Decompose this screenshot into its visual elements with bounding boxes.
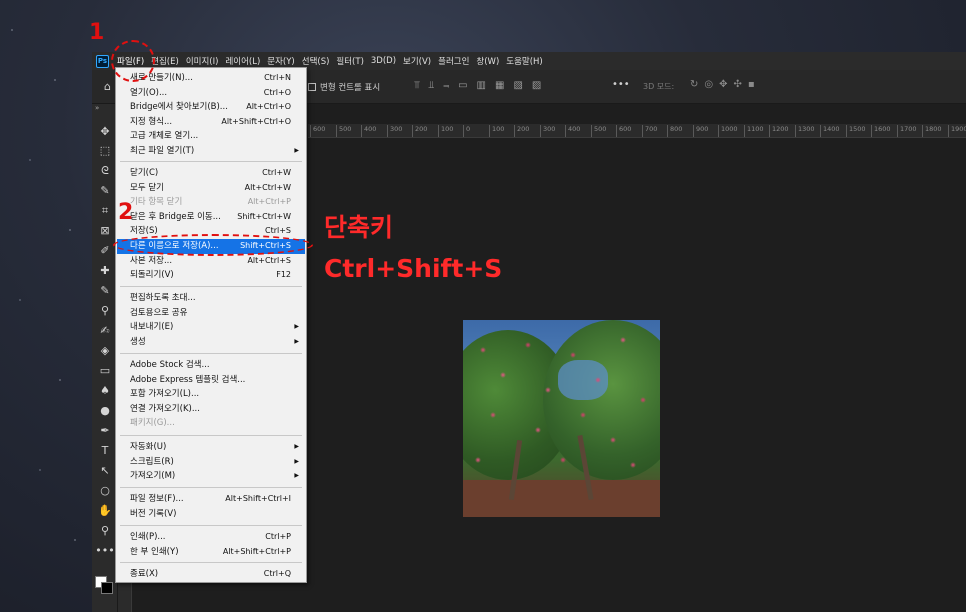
menu-edit[interactable]: 편집(E) xyxy=(151,55,179,67)
menu-item-adobe-express[interactable]: Adobe Express 템플릿 검색... xyxy=(117,373,305,388)
annotation-shortcut-title: 단축키 xyxy=(324,213,394,242)
menu-separator xyxy=(120,487,302,488)
annotation-step-1: 1 xyxy=(89,20,105,45)
menu-item-share-review[interactable]: 검토용으로 공유 xyxy=(117,306,305,321)
annotation-oval xyxy=(113,234,313,256)
ruler-tick: 300 xyxy=(387,125,402,137)
menu-item-place-embedded[interactable]: 포함 가져오기(L)... xyxy=(117,387,305,402)
submenu-arrow-icon: ▶ xyxy=(294,337,299,345)
menu-item-invite-edit[interactable]: 편집하도록 초대... xyxy=(117,291,305,306)
ruler-tick: 200 xyxy=(514,125,529,137)
menu-3d[interactable]: 3D(D) xyxy=(371,56,396,66)
menu-select[interactable]: 선택(S) xyxy=(302,55,330,67)
submenu-arrow-icon: ▶ xyxy=(294,457,299,465)
home-icon[interactable]: ⌂ xyxy=(104,80,111,93)
menu-view[interactable]: 보기(V) xyxy=(403,55,431,67)
menu-item-automate[interactable]: 자동화(U) ▶ xyxy=(117,440,305,455)
menu-item-close-go-bridge[interactable]: 닫은 후 Bridge로 이동... Shift+Ctrl+W xyxy=(117,210,305,225)
menu-item-close-others[interactable]: 기타 항목 닫기 Alt+Ctrl+P xyxy=(117,195,305,210)
ruler-tick: 200 xyxy=(412,125,427,137)
menu-window[interactable]: 창(W) xyxy=(476,55,499,67)
menu-separator xyxy=(120,525,302,526)
ruler-tick: 100 xyxy=(438,125,453,137)
ruler-tick: 1900 xyxy=(948,125,966,137)
ruler-tick: 600 xyxy=(310,125,325,137)
ruler-tick: 400 xyxy=(361,125,376,137)
ruler-tick: 1200 xyxy=(769,125,789,137)
annotation-step-2: 2 xyxy=(118,200,134,225)
menu-item-version-history[interactable]: 버전 기록(V) xyxy=(117,507,305,522)
ruler-tick: 500 xyxy=(591,125,606,137)
file-menu-dropdown: 새로 만들기(N)... Ctrl+N 열기(O)... Ctrl+O Bridge… xyxy=(115,67,307,583)
ruler-tick: 100 xyxy=(489,125,504,137)
ruler-tick: 1100 xyxy=(744,125,764,137)
menu-item-scripts[interactable]: 스크립트(R) ▶ xyxy=(117,455,305,470)
document-image xyxy=(463,320,660,517)
menu-item-exit[interactable]: 종료(X) Ctrl+Q xyxy=(117,567,305,582)
menu-item-export[interactable]: 내보내기(E) ▶ xyxy=(117,320,305,335)
more-options-icon[interactable]: ••• xyxy=(612,79,630,90)
desktop-wallpaper xyxy=(0,0,90,612)
submenu-arrow-icon: ▶ xyxy=(294,323,299,331)
menu-separator xyxy=(120,286,302,287)
menu-item-open[interactable]: 열기(O)... Ctrl+O xyxy=(117,86,305,101)
background-color-swatch[interactable] xyxy=(101,582,113,594)
menu-separator xyxy=(120,562,302,563)
ruler-tick: 1700 xyxy=(897,125,917,137)
ruler-tick: 300 xyxy=(540,125,555,137)
ruler-tick: 0 xyxy=(463,125,470,137)
menu-separator xyxy=(120,435,302,436)
menu-help[interactable]: 도움말(H) xyxy=(506,55,542,67)
menu-item-import[interactable]: 가져오기(M) ▶ xyxy=(117,469,305,484)
menu-item-revert[interactable]: 되돌리기(V) F12 xyxy=(117,268,305,283)
ruler-tick: 1500 xyxy=(846,125,866,137)
annotation-shortcut-keys: Ctrl+Shift+S xyxy=(324,254,503,283)
menu-item-generate[interactable]: 생성 ▶ xyxy=(117,335,305,350)
ruler-tick: 1300 xyxy=(795,125,815,137)
ruler-tick: 1000 xyxy=(718,125,738,137)
ruler-tick: 1800 xyxy=(922,125,942,137)
submenu-arrow-icon: ▶ xyxy=(294,443,299,450)
horizontal-ruler: 600 500 400 300 200 100 0 100 200 300 40… xyxy=(308,124,966,138)
menu-plugins[interactable]: 플러그인 xyxy=(438,55,469,67)
mode-3d-label: 3D 모드: xyxy=(643,82,675,91)
menu-item-open-recent[interactable]: 최근 파일 열기(T) ▶ xyxy=(117,144,305,159)
ruler-tick: 600 xyxy=(616,125,631,137)
camellia-blossoms xyxy=(463,320,660,490)
menu-item-browse-bridge[interactable]: Bridge에서 찾아보기(B)... Alt+Ctrl+O xyxy=(117,100,305,115)
submenu-arrow-icon: ▶ xyxy=(294,147,299,154)
menu-filter[interactable]: 필터(T) xyxy=(336,55,363,67)
ruler-tick: 800 xyxy=(667,125,682,137)
menu-separator xyxy=(120,161,302,162)
ruler-tick: 1600 xyxy=(871,125,891,137)
menu-item-package[interactable]: 패키지(G)... xyxy=(117,416,305,431)
ruler-tick: 1400 xyxy=(820,125,840,137)
ruler-tick: 900 xyxy=(693,125,708,137)
menu-item-print-one-copy[interactable]: 한 부 인쇄(Y) Alt+Shift+Ctrl+P xyxy=(117,545,305,560)
ruler-tick: 400 xyxy=(565,125,580,137)
menu-layer[interactable]: 레이어(L) xyxy=(225,55,260,67)
menu-item-close-all[interactable]: 모두 닫기 Alt+Ctrl+W xyxy=(117,181,305,196)
menu-item-adobe-stock[interactable]: Adobe Stock 검색... xyxy=(117,358,305,373)
3d-mode-icons[interactable]: ↻◎✥✣▪ xyxy=(690,79,761,90)
align-icons[interactable]: ⫪⫫⫬▭▥▦▧▨ xyxy=(414,80,550,91)
submenu-arrow-icon: ▶ xyxy=(294,472,299,480)
ruler-tick: 500 xyxy=(336,125,351,137)
transform-controls-checkbox[interactable] xyxy=(308,83,316,91)
collapse-panel-icon[interactable]: » xyxy=(95,104,99,112)
menu-separator xyxy=(120,353,302,354)
photoshop-logo-icon: Ps xyxy=(96,54,109,68)
transform-controls-label: 변형 컨트롤 표시 xyxy=(320,83,381,93)
menu-item-close[interactable]: 닫기(C) Ctrl+W xyxy=(117,166,305,181)
transform-controls-toggle[interactable]: 변형 컨트롤 표시 xyxy=(308,81,380,93)
menu-item-place-linked[interactable]: 연결 가져오기(K)... xyxy=(117,402,305,417)
menu-item-file-info[interactable]: 파일 정보(F)... Alt+Shift+Ctrl+I xyxy=(117,492,305,507)
menu-item-open-as[interactable]: 지정 형식... Alt+Shift+Ctrl+O xyxy=(117,115,305,130)
menu-item-open-smart-object[interactable]: 고급 개체로 열기... xyxy=(117,129,305,144)
menu-type[interactable]: 문자(Y) xyxy=(267,55,294,67)
ruler-tick: 700 xyxy=(642,125,657,137)
menu-image[interactable]: 이미지(I) xyxy=(186,55,219,67)
annotation-circle xyxy=(111,40,155,82)
menu-item-print[interactable]: 인쇄(P)... Ctrl+P xyxy=(117,530,305,545)
